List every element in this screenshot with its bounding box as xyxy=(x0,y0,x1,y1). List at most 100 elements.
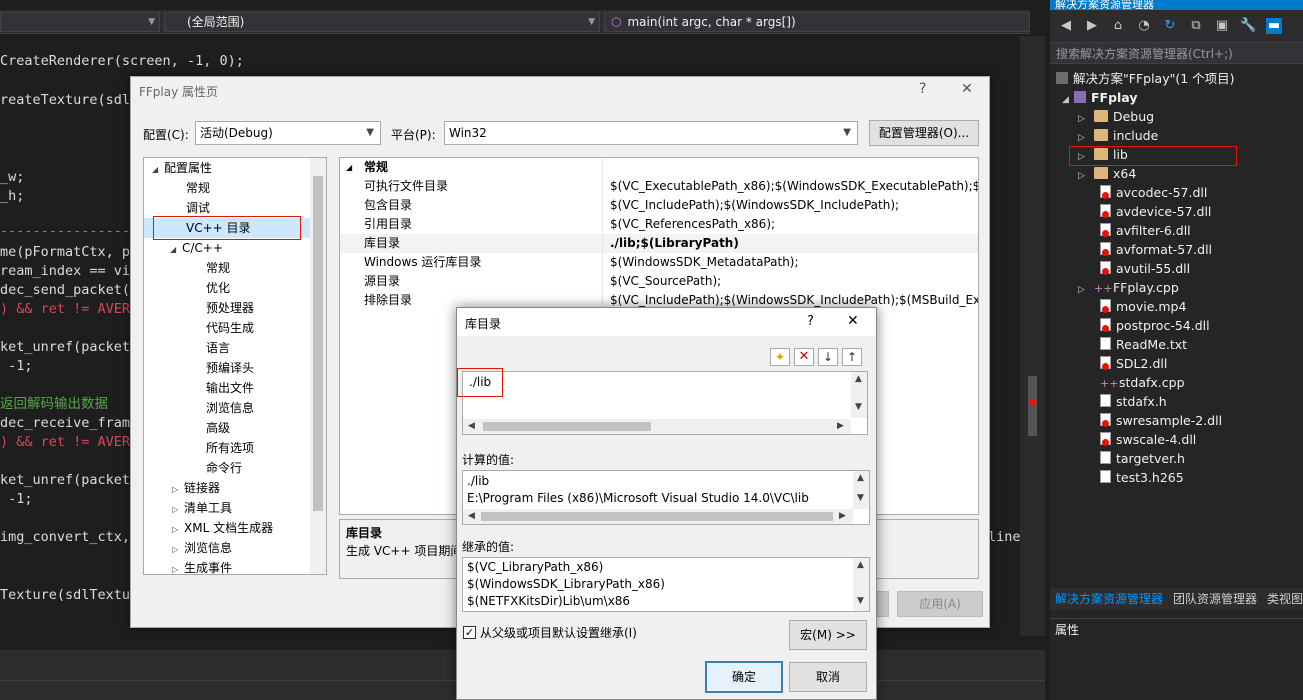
tree-item-file[interactable]: swresample-2.dll xyxy=(1100,411,1222,430)
tree-node-xml[interactable]: ▷ XML 文档生成器 xyxy=(172,518,273,538)
tree-item-include[interactable]: ▷ include xyxy=(1078,126,1158,145)
tree-item-file[interactable]: avcodec-57.dll xyxy=(1100,183,1207,202)
scrollbar-thumb[interactable] xyxy=(483,422,651,431)
help-icon[interactable]: ? xyxy=(807,314,814,329)
scroll-up-icon[interactable]: ▲ xyxy=(857,560,864,570)
inherit-checkbox-row[interactable]: ✓ 从父级或项目默认设置继承(I) xyxy=(463,624,637,641)
computed-hscroll[interactable]: ◀ ▶ xyxy=(463,509,853,524)
tree-item-cpp[interactable]: ++stdafx.cpp xyxy=(1100,373,1185,392)
tree-node[interactable]: 预处理器 xyxy=(206,298,254,318)
tree-node[interactable]: 浏览信息 xyxy=(206,398,254,418)
tree-node[interactable]: 输出文件 xyxy=(206,378,254,398)
tree-item-file[interactable]: avfilter-6.dll xyxy=(1100,221,1191,240)
solution-node[interactable]: 解决方案"FFplay"(1 个项目) xyxy=(1056,69,1235,88)
tree-item-file[interactable]: movie.mp4 xyxy=(1100,297,1186,316)
preview-icon[interactable]: ▬ xyxy=(1266,18,1282,34)
scrollbar-thumb[interactable] xyxy=(481,512,833,521)
tree-item-file[interactable]: postproc-54.dll xyxy=(1100,316,1210,335)
tab-team-explorer[interactable]: 团队资源管理器 xyxy=(1168,588,1262,610)
tab-solution-explorer[interactable]: 解决方案资源管理器 xyxy=(1050,588,1168,610)
ok-button[interactable]: 确定 xyxy=(705,661,783,693)
platform-select[interactable]: Win32 ▼ xyxy=(444,121,858,145)
new-line-icon[interactable]: ✦ xyxy=(770,348,790,366)
tree-item-x64[interactable]: ▷ x64 xyxy=(1078,164,1136,183)
config-select[interactable]: 活动(Debug) ▼ xyxy=(195,121,381,145)
tree-node-browse[interactable]: ▷ 浏览信息 xyxy=(172,538,232,558)
grid-row[interactable]: 源目录 $(VC_SourcePath); xyxy=(340,272,978,291)
scrollbar-thumb[interactable] xyxy=(313,176,323,511)
apply-button[interactable]: 应用(A) xyxy=(897,591,983,617)
solution-search-input[interactable]: 搜索解决方案资源管理器(Ctrl+;) xyxy=(1050,42,1303,64)
tree-node[interactable]: 预编译头 xyxy=(206,358,254,378)
tree-item-file[interactable]: avformat-57.dll xyxy=(1100,240,1212,259)
tree-node[interactable]: 代码生成 xyxy=(206,318,254,338)
scroll-down-icon[interactable]: ▼ xyxy=(857,493,864,503)
tree-item-cpp[interactable]: ▷ ++FFplay.cpp xyxy=(1078,278,1179,297)
scroll-down-icon[interactable]: ▼ xyxy=(855,402,862,412)
sync-icon[interactable]: ↻ xyxy=(1162,18,1178,34)
scrollbar-thumb[interactable] xyxy=(1028,376,1037,436)
move-down-icon[interactable]: ↓ xyxy=(818,348,838,366)
tree-item-file[interactable]: swscale-4.dll xyxy=(1100,430,1196,449)
macros-button[interactable]: 宏(M) >> xyxy=(789,620,867,650)
grid-row[interactable]: 引用目录 $(VC_ReferencesPath_x86); xyxy=(340,215,978,234)
tree-item-file[interactable]: avdevice-57.dll xyxy=(1100,202,1211,221)
tree-item-file[interactable]: ReadMe.txt xyxy=(1100,335,1187,354)
editor-scrollbar[interactable] xyxy=(1020,36,1045,636)
tree-node[interactable]: 高级 xyxy=(206,418,230,438)
member-combo[interactable]: ⬡ main(int argc, char * args[]) xyxy=(604,12,1030,32)
computed-vscroll[interactable]: ▲ ▼ xyxy=(853,471,869,509)
scroll-up-icon[interactable]: ▲ xyxy=(857,473,864,483)
collapse-icon[interactable]: ⧉ xyxy=(1188,18,1204,34)
tree-node[interactable]: 调试 xyxy=(186,198,210,218)
tree-item-file[interactable]: SDL2.dll xyxy=(1100,354,1167,373)
inherited-vscroll[interactable]: ▲ ▼ xyxy=(853,558,869,611)
grid-row[interactable]: 可执行文件目录 $(VC_ExecutablePath_x86);$(Window… xyxy=(340,177,978,196)
close-icon[interactable]: ✕ xyxy=(847,313,859,329)
tree-node[interactable]: 常规 xyxy=(186,178,210,198)
entries-list[interactable]: ./lib ▲ ▼ ◀ ▶ xyxy=(462,371,868,435)
tree-node[interactable]: 语言 xyxy=(206,338,230,358)
scroll-right-icon[interactable]: ▶ xyxy=(837,421,844,431)
tree-node-manifest[interactable]: ▷ 清单工具 xyxy=(172,498,232,518)
tree-scrollbar[interactable] xyxy=(310,158,326,574)
config-manager-button[interactable]: 配置管理器(O)... xyxy=(869,120,979,146)
home-icon[interactable]: ⌂ xyxy=(1110,18,1126,34)
tree-node-linker[interactable]: ▷ 链接器 xyxy=(172,478,220,498)
grid-row[interactable]: Windows 运行库目录 $(WindowsSDK_MetadataPath); xyxy=(340,253,978,272)
entries-hscroll[interactable]: ◀ ▶ xyxy=(463,419,851,434)
tree-item-file[interactable]: avutil-55.dll xyxy=(1100,259,1190,278)
scroll-left-icon[interactable]: ◀ xyxy=(468,421,475,431)
project-combo[interactable]: ▼ xyxy=(0,12,160,32)
show-all-files-icon[interactable]: ▣ xyxy=(1214,18,1230,34)
scroll-up-icon[interactable]: ▲ xyxy=(855,374,862,384)
history-icon[interactable]: ◔ xyxy=(1136,18,1152,34)
close-icon[interactable]: ✕ xyxy=(961,81,973,97)
tree-node[interactable]: 所有选项 xyxy=(206,438,254,458)
tree-node-build-events[interactable]: ▷ 生成事件 xyxy=(172,558,232,574)
tree-item-file[interactable]: test3.h265 xyxy=(1100,468,1184,487)
tree-item-file[interactable]: stdafx.h xyxy=(1100,392,1167,411)
inherit-checkbox[interactable]: ✓ xyxy=(463,626,476,639)
forward-icon[interactable]: ▶ xyxy=(1084,18,1100,34)
entries-vscroll[interactable]: ▲ ▼ xyxy=(851,372,867,418)
tree-item-debug[interactable]: ▷ Debug xyxy=(1078,107,1154,126)
tab-class-view[interactable]: 类视图 xyxy=(1262,588,1303,610)
scroll-down-icon[interactable]: ▼ xyxy=(857,596,864,606)
properties-wrench-icon[interactable]: 🔧 xyxy=(1240,18,1256,34)
grid-row-library-dirs[interactable]: 库目录 ./lib;$(LibraryPath) xyxy=(340,234,978,253)
tree-node[interactable]: 优化 xyxy=(206,278,230,298)
back-icon[interactable]: ◀ xyxy=(1058,18,1074,34)
project-node[interactable]: ◢ FFplay xyxy=(1062,88,1138,107)
tree-node-config-props[interactable]: ◢ 配置属性 xyxy=(152,158,212,178)
move-up-icon[interactable]: ↑ xyxy=(842,348,862,366)
tree-item-file[interactable]: targetver.h xyxy=(1100,449,1185,468)
scope-combo[interactable]: (全局范围) ▼ xyxy=(164,12,600,32)
grid-row[interactable]: 包含目录 $(VC_IncludePath);$(WindowsSDK_Inclu… xyxy=(340,196,978,215)
cancel-button[interactable]: 取消 xyxy=(789,662,867,692)
tree-node-cpp[interactable]: ◢ C/C++ xyxy=(170,238,223,258)
tree-node[interactable]: 常规 xyxy=(206,258,230,278)
delete-icon[interactable]: ✕ xyxy=(794,348,814,366)
grid-section-header[interactable]: ◢ 常规 xyxy=(340,158,978,177)
help-icon[interactable]: ? xyxy=(919,81,926,97)
